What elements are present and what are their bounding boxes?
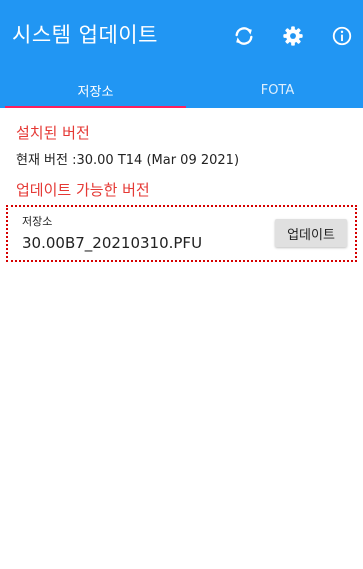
available-version-title: 업데이트 가능한 버전 xyxy=(16,181,150,199)
app-bar: 시스템 업데이트 저장소 FOTA xyxy=(0,0,363,108)
tab-fota[interactable]: FOTA xyxy=(187,72,363,108)
current-version-text: 현재 버전 :30.00 T14 (Mar 09 2021) xyxy=(16,153,240,168)
item-source-label: 저장소 xyxy=(22,215,53,228)
tab-storage[interactable]: 저장소 xyxy=(5,72,186,108)
refresh-icon[interactable] xyxy=(230,22,258,50)
info-icon[interactable] xyxy=(328,22,356,50)
gear-icon[interactable] xyxy=(279,22,307,50)
update-list-item: 저장소 30.00B7_20210310.PFU 업데이트 xyxy=(6,205,357,262)
item-file-name: 30.00B7_20210310.PFU xyxy=(22,234,203,252)
update-button[interactable]: 업데이트 xyxy=(275,219,347,247)
app-title: 시스템 업데이트 xyxy=(12,23,158,47)
tab-indicator xyxy=(5,106,186,108)
installed-version-title: 설치된 버전 xyxy=(16,124,90,142)
system-update-screen: 시스템 업데이트 저장소 FOTA 설치된 버전 현재 버전:30.00 T1… xyxy=(0,0,363,569)
